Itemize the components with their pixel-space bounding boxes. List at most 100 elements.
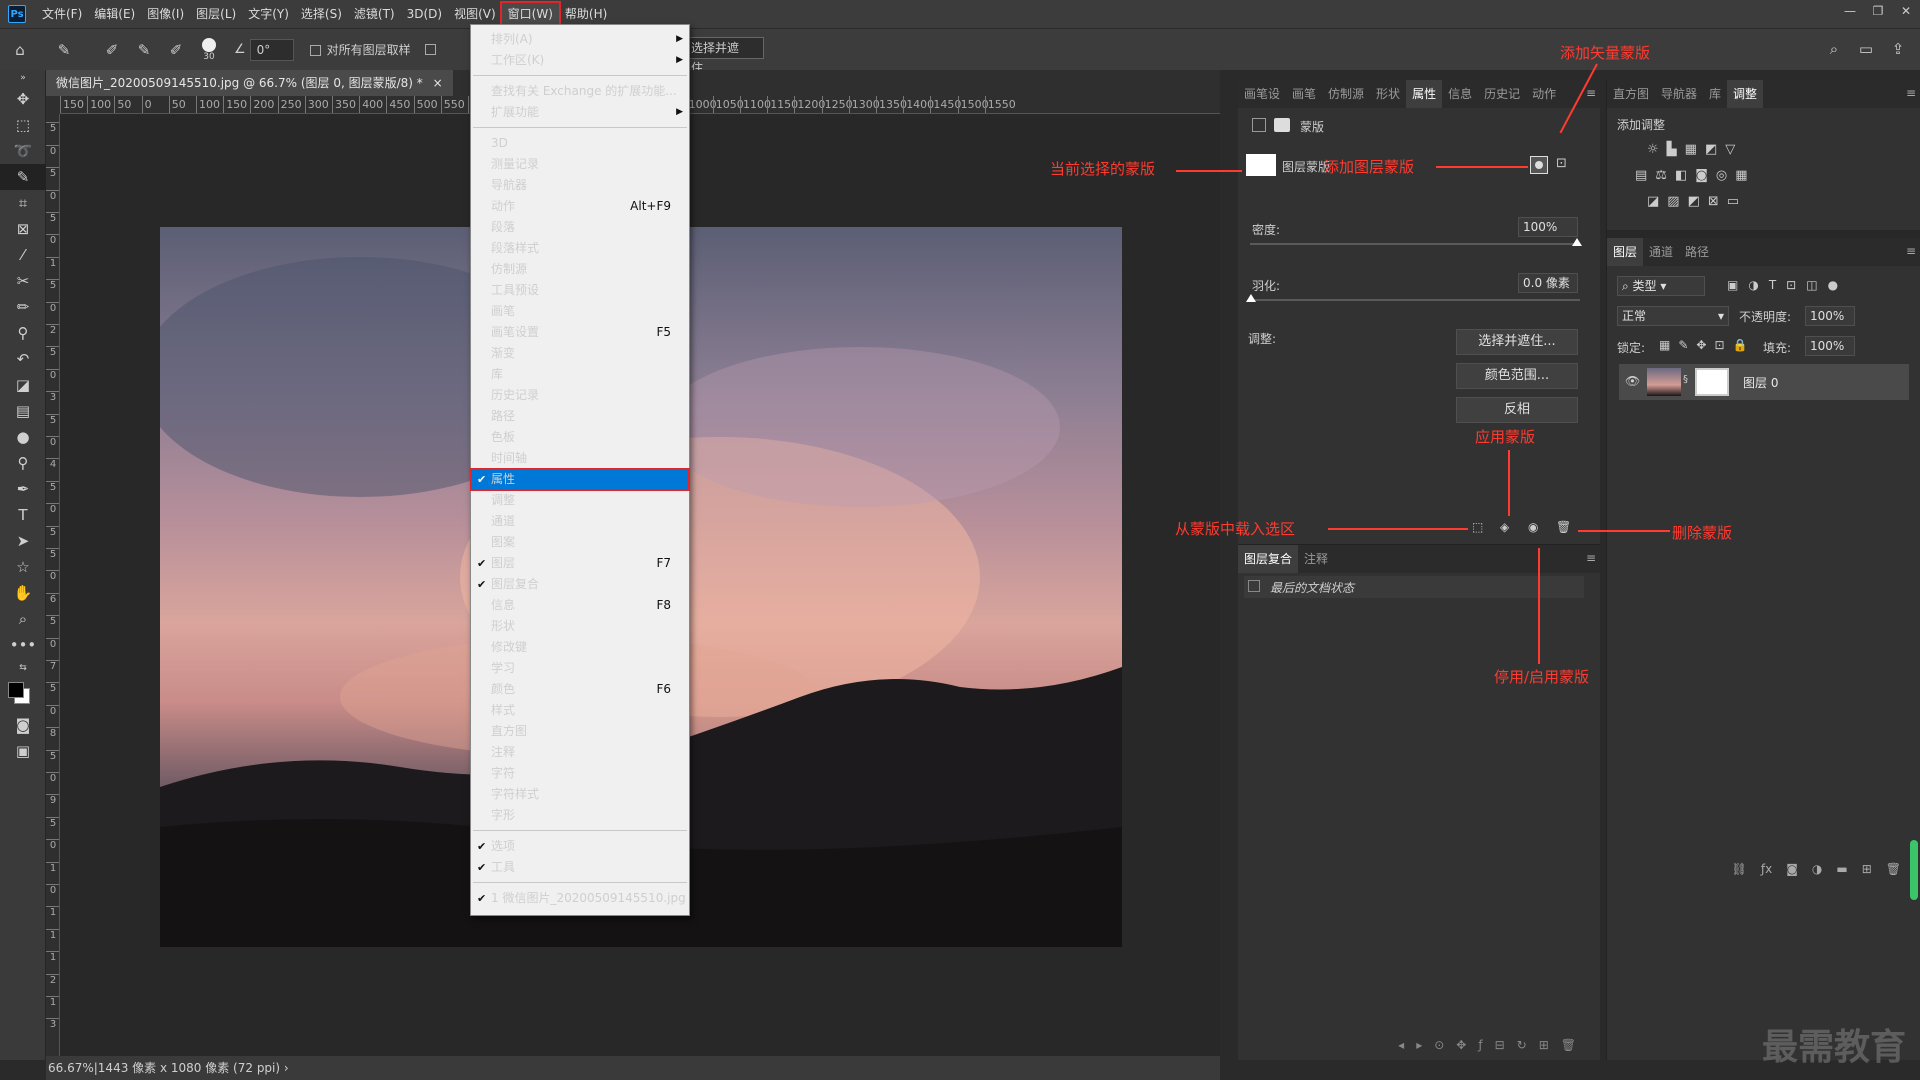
add-selection-icon[interactable]: ✎ bbox=[132, 38, 156, 62]
menu-item-5[interactable]: 选择(S) bbox=[295, 3, 348, 25]
layer-row[interactable]: 👁 § 图层 0 bbox=[1619, 364, 1909, 400]
menu-item-0[interactable]: 文件(F) bbox=[36, 3, 88, 25]
window-menu-item[interactable]: 画笔 bbox=[471, 301, 689, 322]
select-and-mask-button[interactable]: 选择并遮住... bbox=[678, 37, 764, 75]
maximize-button[interactable]: ❐ bbox=[1864, 0, 1892, 22]
eyedropper-tool-icon[interactable]: ⁄ bbox=[0, 242, 46, 268]
layer-mask-thumbnail[interactable] bbox=[1695, 368, 1729, 396]
layers-tab-2[interactable]: 路径 bbox=[1679, 238, 1715, 266]
photo-filter-icon[interactable]: ◙ bbox=[1695, 168, 1708, 183]
window-menu-item[interactable]: 色板 bbox=[471, 427, 689, 448]
filter-toggle-icon[interactable]: ● bbox=[1828, 278, 1838, 292]
move-tool-icon[interactable]: ✥ bbox=[0, 86, 46, 112]
healing-tool-icon[interactable]: ✂ bbox=[0, 268, 46, 294]
auto-enhance-checkbox[interactable] bbox=[424, 44, 436, 55]
history-brush-tool-icon[interactable]: ↶ bbox=[0, 346, 46, 372]
quick-selection-tool-icon[interactable]: ✎ bbox=[0, 164, 46, 190]
layer-filter-dropdown[interactable]: ⌕ 类型 ▾ bbox=[1617, 276, 1705, 296]
window-menu-item[interactable]: 通道 bbox=[471, 511, 689, 532]
new-comp-icon[interactable]: ⊞ bbox=[1539, 1038, 1549, 1060]
layer-comps-tab-0[interactable]: 图层复合 bbox=[1238, 545, 1299, 573]
adjustments-tab-1[interactable]: 导航器 bbox=[1655, 80, 1703, 108]
menu-item-6[interactable]: 滤镜(T) bbox=[348, 3, 401, 25]
update-position-icon[interactable]: ✥ bbox=[1456, 1038, 1466, 1060]
window-menu-item[interactable]: ✔ 选项 bbox=[471, 836, 689, 857]
brush-preset-icon[interactable]: ✎ bbox=[52, 38, 76, 62]
comps-menu-icon[interactable]: ≡ bbox=[1586, 551, 1596, 565]
window-menu-item[interactable]: 时间轴 bbox=[471, 448, 689, 469]
properties-tab-6[interactable]: 历史记 bbox=[1478, 80, 1526, 108]
invert-adjust-icon[interactable]: ◪ bbox=[1647, 194, 1659, 209]
lock-position-icon[interactable]: ✥ bbox=[1696, 338, 1706, 352]
pixel-filter-icon[interactable]: ▣ bbox=[1727, 278, 1738, 292]
layer-thumbnail[interactable] bbox=[1647, 368, 1681, 396]
eraser-tool-icon[interactable]: ◪ bbox=[0, 372, 46, 398]
window-menu-item[interactable]: ✔ 1 微信图片_20200509145510.jpg bbox=[471, 888, 689, 909]
curves-icon[interactable]: ▦ bbox=[1685, 142, 1697, 157]
threshold-icon[interactable]: ◩ bbox=[1688, 194, 1700, 209]
window-menu-item[interactable]: 扩展功能 ▶ bbox=[471, 102, 689, 123]
link-layers-icon[interactable]: ⛓ bbox=[1732, 862, 1747, 884]
density-slider-handle[interactable] bbox=[1572, 238, 1582, 246]
menu-item-8[interactable]: 视图(V) bbox=[448, 3, 502, 25]
window-menu-item[interactable]: ✔ 图层复合 bbox=[471, 574, 689, 595]
blur-tool-icon[interactable]: ● bbox=[0, 424, 46, 450]
adjustment-layer-icon[interactable]: ◑ bbox=[1812, 862, 1822, 884]
gradient-map-icon[interactable]: ▭ bbox=[1727, 194, 1739, 209]
properties-tab-2[interactable]: 仿制源 bbox=[1322, 80, 1370, 108]
prev-comp-icon[interactable]: ◂ bbox=[1398, 1038, 1404, 1060]
sample-all-layers-option[interactable]: 对所有图层取样 bbox=[309, 41, 411, 58]
pen-tool-icon[interactable]: ✒ bbox=[0, 476, 46, 502]
color-swatches[interactable] bbox=[0, 678, 46, 712]
brush-size-picker[interactable]: 30 bbox=[202, 37, 216, 62]
window-menu-item[interactable]: 排列(A) ▶ bbox=[471, 29, 689, 50]
add-mask-icon[interactable]: ◙ bbox=[1786, 862, 1798, 884]
vibrance-icon[interactable]: ▽ bbox=[1725, 142, 1735, 157]
window-menu-item[interactable]: 3D bbox=[471, 133, 689, 154]
mask-link-icon[interactable]: § bbox=[1683, 374, 1688, 385]
zoom-tool-icon[interactable]: ⌕ bbox=[0, 606, 46, 632]
window-menu-item[interactable]: 画笔设置 F5 bbox=[471, 322, 689, 343]
hue-saturation-icon[interactable]: ▤ bbox=[1635, 168, 1647, 183]
levels-icon[interactable]: ▙ bbox=[1667, 142, 1677, 157]
menu-item-3[interactable]: 图层(L) bbox=[190, 3, 242, 25]
lock-transparent-icon[interactable]: ▦ bbox=[1659, 338, 1670, 352]
window-menu-item[interactable]: 查找有关 Exchange 的扩展功能... bbox=[471, 81, 689, 102]
apply-mask-button[interactable]: ◈ bbox=[1500, 520, 1509, 534]
window-menu-item[interactable]: ✔ 工具 bbox=[471, 857, 689, 878]
close-button[interactable]: ✕ bbox=[1892, 0, 1920, 22]
swap-colors-icon[interactable]: ⇆ bbox=[0, 658, 46, 678]
crop-tool-icon[interactable]: ⌗ bbox=[0, 190, 46, 216]
lock-artboard-icon[interactable]: ⊡ bbox=[1714, 338, 1724, 352]
color-lookup-icon[interactable]: ▦ bbox=[1735, 168, 1747, 183]
layer-visibility-icon[interactable]: 👁 bbox=[1625, 374, 1640, 388]
window-menu-item[interactable]: 形状 bbox=[471, 616, 689, 637]
window-menu-item[interactable]: 调整 bbox=[471, 490, 689, 511]
frame-tool-icon[interactable]: ⊠ bbox=[0, 216, 46, 242]
lasso-tool-icon[interactable]: ➰ bbox=[0, 138, 46, 164]
adjustments-tab-0[interactable]: 直方图 bbox=[1607, 80, 1655, 108]
gradient-tool-icon[interactable]: ▤ bbox=[0, 398, 46, 424]
new-layer-icon[interactable]: ⊞ bbox=[1862, 862, 1872, 884]
stamp-tool-icon[interactable]: ⚲ bbox=[0, 320, 46, 346]
color-balance-icon[interactable]: ⚖ bbox=[1655, 168, 1667, 183]
type-tool-icon[interactable]: T bbox=[0, 502, 46, 528]
screen-mode-icon[interactable]: ▣ bbox=[0, 738, 46, 764]
menu-item-1[interactable]: 编辑(E) bbox=[88, 3, 141, 25]
load-selection-button[interactable]: ⬚ bbox=[1472, 520, 1483, 534]
menu-item-7[interactable]: 3D(D) bbox=[401, 3, 448, 25]
status-arrow-icon[interactable]: › bbox=[284, 1061, 289, 1075]
window-menu-item[interactable]: 动作 Alt+F9 bbox=[471, 196, 689, 217]
window-menu-item[interactable]: 学习 bbox=[471, 658, 689, 679]
window-menu-item[interactable]: 颜色 F6 bbox=[471, 679, 689, 700]
new-selection-icon[interactable]: ✐ bbox=[100, 38, 124, 62]
menu-item-4[interactable]: 文字(Y) bbox=[242, 3, 295, 25]
properties-tab-7[interactable]: 动作 bbox=[1526, 80, 1562, 108]
properties-tab-1[interactable]: 画笔 bbox=[1286, 80, 1322, 108]
share-icon[interactable]: ⇪ bbox=[1886, 37, 1910, 61]
add-pixel-mask-button[interactable] bbox=[1530, 156, 1548, 174]
selective-color-icon[interactable]: ⊠ bbox=[1708, 194, 1719, 209]
shape-filter-icon[interactable]: ⊡ bbox=[1786, 278, 1796, 292]
layer-comps-tab-1[interactable]: 注释 bbox=[1298, 545, 1334, 573]
document-tab[interactable]: 微信图片_20200509145510.jpg @ 66.7% (图层 0, 图… bbox=[46, 70, 453, 96]
